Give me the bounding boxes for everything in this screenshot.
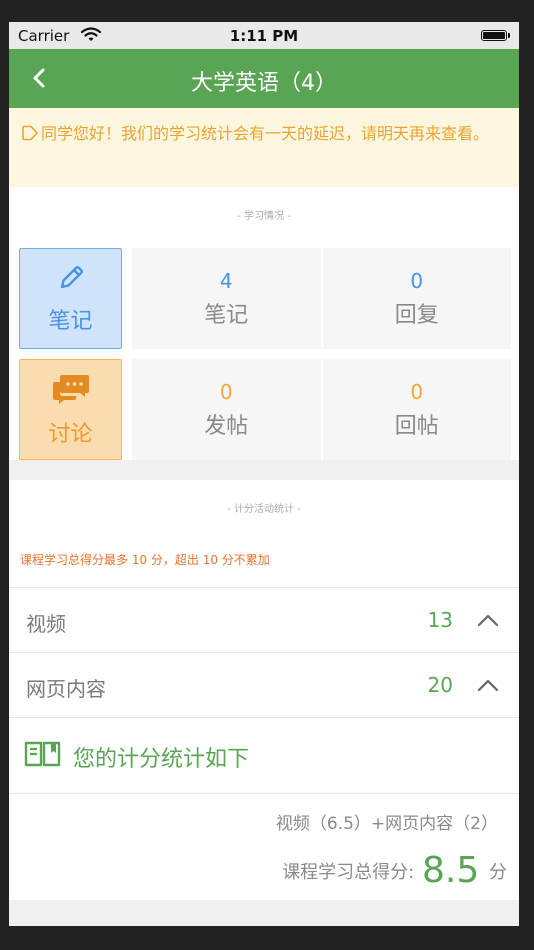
scoring-rule: 课程学习总得分最多 10 分，超出 10 分不累加 [20,553,270,567]
page-title: 大学英语（4） [191,71,337,96]
score-item-value: 20 [427,673,453,697]
notes-tile-label: 笔记 [48,308,93,334]
notes-tile[interactable]: 笔记 [19,248,122,349]
nav-bar: 大学英语（4） [9,49,519,108]
score-item-value: 13 [427,608,453,632]
clock: 1:11 PM [229,27,299,45]
notes-row: 笔记 4 笔记 0 回复 [19,248,511,349]
post-replies-stat: 0 回帖 [322,359,511,460]
battery-icon [481,30,510,41]
notes-stat-label: 笔记 [204,302,249,328]
scoring-caption: - 计分活动统计 - [227,504,301,515]
replies-stat-label: 回复 [394,302,439,328]
chevron-up-icon[interactable] [477,677,499,692]
delay-notice: 同学您好！我们的学习统计会有一天的延迟，请明天再来查看。 [9,108,519,187]
total-score-unit: 分 [489,862,507,883]
replies-count: 0 [410,268,424,293]
scoring-section: - 计分活动统计 - 课程学习总得分最多 10 分，超出 10 分不累加 视频 … [9,480,519,900]
summary-title: 您的计分统计如下 [73,747,250,772]
chevron-up-icon[interactable] [477,612,499,627]
status-bar: Carrier 1:11 PM [9,22,519,49]
summary-body: 视频（6.5）+网页内容（2） 课程学习总得分: 8.5 分 [9,793,519,900]
score-item-label: 视频 [26,612,66,636]
post-replies-stat-label: 回帖 [394,413,439,439]
study-caption: - 学习情况 - [237,211,291,222]
replies-stat: 0 回复 [322,248,511,349]
post-replies-count: 0 [410,379,424,404]
chat-bubbles-icon [52,372,90,410]
pencil-icon [56,263,86,297]
score-formula: 视频（6.5）+网页内容（2） [275,814,498,834]
total-score-line: 课程学习总得分: 8.5 分 [282,850,507,891]
posts-count: 0 [219,379,233,404]
total-score-value: 8.5 [422,850,480,891]
notice-text: 同学您好！我们的学习统计会有一天的延迟，请明天再来查看。 [41,124,490,143]
notes-stat: 4 笔记 [132,248,321,349]
posts-stat: 0 发帖 [132,359,321,460]
open-book-icon [24,740,61,768]
phone-screen: Carrier 1:11 PM 大学英语（4） 同学您好！我们的学习统计会有一天… [9,22,519,926]
study-section: - 学习情况 - 笔记 4 笔记 0 回复 讨论 0 发帖 0 回帖 [9,187,519,460]
notes-count: 4 [219,268,233,293]
score-item-label: 网页内容 [26,677,106,701]
discuss-tile-label: 讨论 [48,421,93,447]
study-grid: 笔记 4 笔记 0 回复 讨论 0 发帖 0 回帖 [19,248,511,470]
discuss-tile[interactable]: 讨论 [19,359,122,460]
score-item-webpage[interactable]: 网页内容 20 [9,652,519,717]
discuss-row: 讨论 0 发帖 0 回帖 [19,359,511,460]
tag-icon [21,122,39,141]
posts-stat-label: 发帖 [204,413,249,439]
score-item-video[interactable]: 视频 13 [9,587,519,652]
summary-header: 您的计分统计如下 [9,717,519,793]
total-score-label: 课程学习总得分: [282,862,415,883]
